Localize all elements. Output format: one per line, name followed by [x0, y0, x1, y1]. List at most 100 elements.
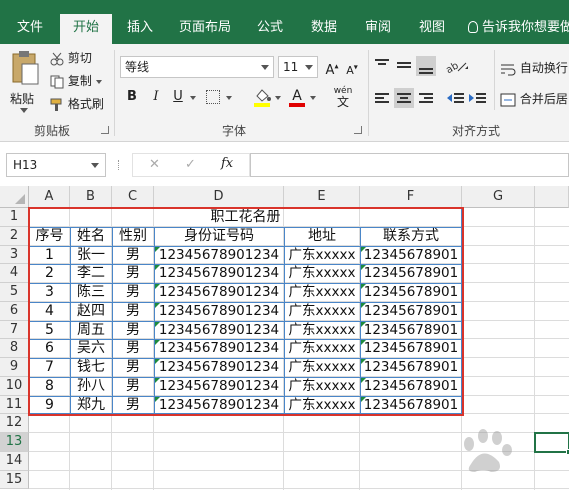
- scissors-icon: [50, 52, 64, 65]
- tab-review[interactable]: 审阅: [354, 14, 402, 44]
- group-separator: [494, 50, 495, 110]
- ribbon-home: 粘贴 剪切 复制 格式刷 剪贴板 等线 11 A▴ A▾ B I U A wén…: [0, 44, 569, 142]
- tab-formulas[interactable]: 公式: [246, 14, 294, 44]
- tab-data[interactable]: 数据: [300, 14, 348, 44]
- align-bottom-button[interactable]: [416, 56, 436, 76]
- format-painter-button[interactable]: 格式刷: [50, 96, 104, 112]
- chevron-down-icon: [20, 108, 28, 113]
- chevron-down-icon: [91, 163, 99, 168]
- copy-icon: [50, 75, 64, 88]
- font-launcher-icon[interactable]: [354, 126, 362, 134]
- highlight-box: [28, 207, 464, 417]
- wrap-text-label: 自动换行: [519, 61, 568, 75]
- italic-button[interactable]: I: [146, 87, 166, 107]
- formula-buttons: ✕ ✓ fx: [132, 153, 250, 177]
- tab-home[interactable]: 开始: [60, 14, 112, 44]
- row-header-14[interactable]: 14: [0, 451, 29, 471]
- row-header-12[interactable]: 12: [0, 414, 29, 433]
- row-header-2[interactable]: 2: [0, 226, 29, 246]
- font-color-swatch: [289, 103, 305, 107]
- align-center-button[interactable]: [394, 88, 414, 108]
- select-all-button[interactable]: [0, 186, 29, 208]
- insert-function-button[interactable]: fx: [221, 156, 233, 171]
- font-color-button[interactable]: A: [288, 88, 306, 108]
- chevron-down-icon[interactable]: [226, 96, 232, 100]
- font-size-select[interactable]: 11: [278, 56, 318, 78]
- cut-button[interactable]: 剪切: [50, 50, 92, 66]
- fill-color-swatch: [254, 103, 270, 107]
- tab-page-layout[interactable]: 页面布局: [170, 14, 240, 44]
- merge-center-button[interactable]: 合并后居: [500, 91, 568, 107]
- paintbrush-icon: [50, 98, 62, 111]
- font-color-icon: A: [292, 88, 302, 104]
- tab-file[interactable]: 文件: [6, 14, 54, 44]
- font-name-select[interactable]: 等线: [120, 56, 274, 78]
- tab-insert[interactable]: 插入: [116, 14, 164, 44]
- alignment-group-label: 对齐方式: [452, 124, 501, 138]
- column-header-d[interactable]: D: [154, 186, 284, 208]
- clipboard-icon: [12, 51, 39, 85]
- column-header-a[interactable]: A: [29, 186, 70, 208]
- column-header-f[interactable]: F: [360, 186, 462, 208]
- decrease-font-size-button[interactable]: A▾: [342, 57, 362, 77]
- column-header-h[interactable]: [535, 186, 569, 208]
- tell-me-box[interactable]: 告诉我你想要做: [468, 14, 569, 44]
- row-header-11[interactable]: 11: [0, 395, 29, 415]
- increase-indent-button[interactable]: [468, 88, 488, 108]
- row-header-9[interactable]: 9: [0, 358, 29, 377]
- copy-button[interactable]: 复制: [50, 73, 102, 89]
- align-top-button[interactable]: [372, 56, 392, 76]
- column-header-c[interactable]: C: [112, 186, 154, 208]
- copy-label: 复制: [67, 74, 92, 88]
- lightbulb-icon: [468, 21, 478, 33]
- row-header-15[interactable]: 15: [0, 470, 29, 490]
- name-box[interactable]: H13: [6, 153, 106, 177]
- phonetic-char-icon: 文: [336, 95, 349, 109]
- align-left-button[interactable]: [372, 88, 392, 108]
- column-header-b[interactable]: B: [70, 186, 112, 208]
- svg-text:ab: ab: [444, 60, 460, 76]
- font-size-value: 11: [283, 60, 299, 74]
- row-header-8[interactable]: 8: [0, 339, 29, 358]
- chevron-down-icon[interactable]: [190, 96, 196, 100]
- orientation-button[interactable]: ab: [444, 56, 472, 76]
- tab-view[interactable]: 视图: [408, 14, 456, 44]
- clipboard-launcher-icon[interactable]: [101, 126, 109, 134]
- font-name-value: 等线: [125, 60, 150, 74]
- phonetic-button[interactable]: wén 文: [330, 86, 356, 110]
- row-header-7[interactable]: 7: [0, 320, 29, 340]
- row-header-3[interactable]: 3: [0, 245, 29, 265]
- increase-font-icon: A▴: [325, 62, 339, 79]
- paste-button[interactable]: 粘贴: [8, 50, 42, 114]
- decrease-font-icon: A▾: [346, 62, 358, 77]
- row-header-6[interactable]: 6: [0, 301, 29, 321]
- column-header-e[interactable]: E: [284, 186, 360, 208]
- align-middle-button[interactable]: [394, 56, 414, 76]
- confirm-entry-button[interactable]: ✓: [185, 157, 196, 172]
- name-box-value: H13: [13, 158, 38, 172]
- row-header-1[interactable]: 1: [0, 208, 29, 227]
- align-right-button[interactable]: [416, 88, 436, 108]
- fill-color-button[interactable]: [254, 88, 272, 108]
- column-header-g[interactable]: G: [462, 186, 535, 208]
- cut-label: 剪切: [67, 51, 92, 65]
- increase-font-size-button[interactable]: A▴: [322, 57, 342, 79]
- row-header-13[interactable]: 13: [0, 433, 29, 452]
- formula-input[interactable]: [250, 153, 569, 177]
- border-button[interactable]: [206, 90, 220, 104]
- wrap-text-button[interactable]: 自动换行: [500, 60, 568, 76]
- format-painter-label: 格式刷: [67, 97, 104, 111]
- clipboard-group-label: 剪贴板: [34, 124, 71, 138]
- row-header-4[interactable]: 4: [0, 264, 29, 283]
- cancel-entry-button[interactable]: ✕: [149, 157, 160, 172]
- bold-button[interactable]: B: [122, 87, 142, 107]
- decrease-indent-button[interactable]: [446, 88, 466, 108]
- paste-label: 粘贴: [10, 92, 35, 106]
- chevron-down-icon[interactable]: [310, 96, 316, 100]
- underline-button[interactable]: U: [168, 87, 188, 107]
- group-separator: [114, 50, 115, 136]
- formula-bar-grip-icon: [118, 160, 120, 170]
- row-header-5[interactable]: 5: [0, 283, 29, 302]
- row-header-10[interactable]: 10: [0, 376, 29, 396]
- chevron-down-icon[interactable]: [275, 96, 281, 100]
